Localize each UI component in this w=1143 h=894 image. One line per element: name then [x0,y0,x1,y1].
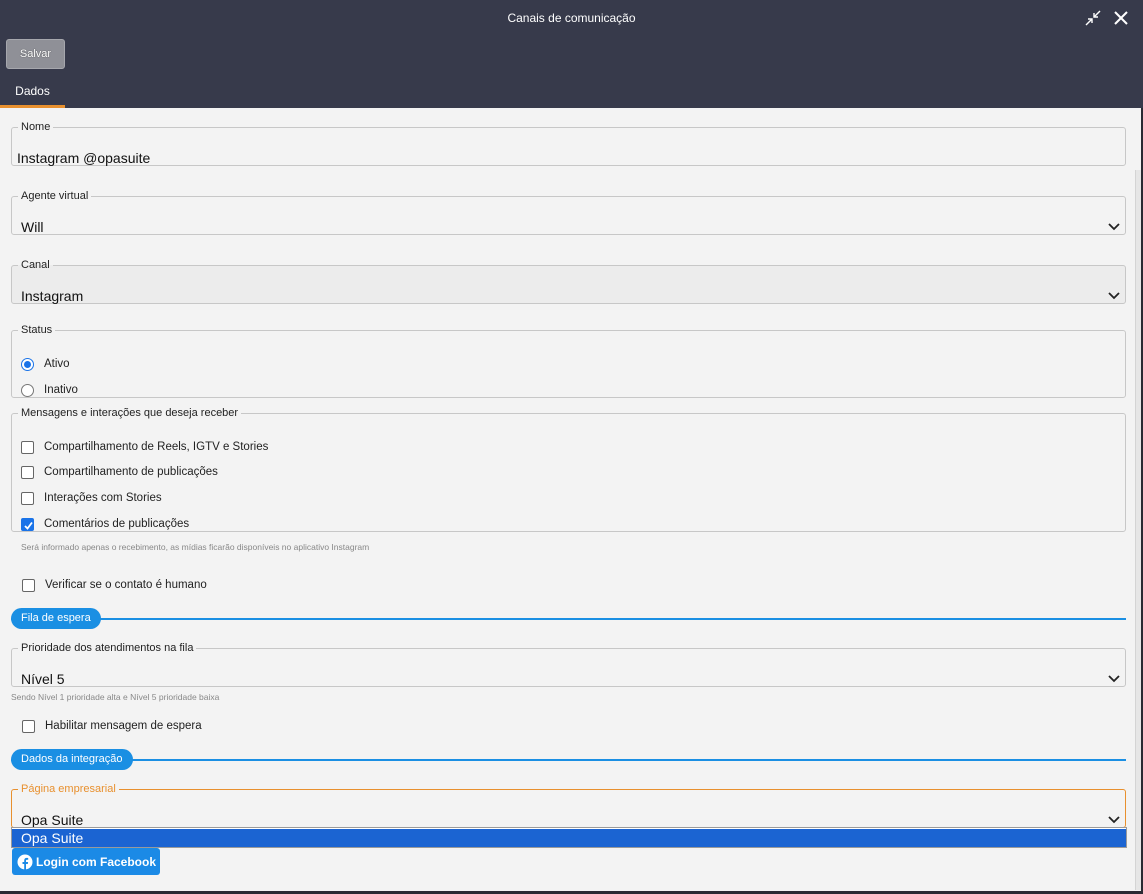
mensagens-hint: Será informado apenas o recebimento, as … [21,542,370,552]
checkbox-stories[interactable] [21,491,34,505]
mensagens-option[interactable]: Compartilhamento de Reels, IGTV e Storie… [21,438,268,456]
mensagens-option[interactable]: Interações com Stories [21,489,162,507]
section-dados-integracao: Dados da integração [11,749,133,770]
status-option-label: Ativo [44,358,70,370]
tab-dados[interactable]: Dados [0,78,65,108]
mensagens-option-label: Interações com Stories [44,492,162,504]
checkbox-reels[interactable] [21,440,34,454]
status-group: Status Ativo Inativo [11,324,1126,398]
radio-inativo[interactable] [21,383,34,397]
mensagens-option-label: Comentários de publicações [44,518,190,530]
facebook-login-label: Login com Facebook [36,854,157,869]
chevron-down-icon [1108,292,1120,300]
canal-label: Canal [21,259,50,271]
dialog-window: Canais de comunicação Salvar Dados Nome … [0,0,1143,894]
chevron-down-icon [1108,816,1120,824]
checkbox-mensagem-espera[interactable] [22,719,35,733]
verificar-humano-option[interactable]: Verificar se o contato é humano [22,576,207,594]
nome-field[interactable]: Nome Instagram @opasuite [11,121,1126,166]
check-icon [24,521,33,530]
section-divider [11,759,1126,761]
dropdown-option[interactable]: Opa Suite [12,829,1126,847]
facebook-icon [17,854,33,870]
chevron-down-icon [1108,675,1120,683]
mensagens-option-label: Compartilhamento de Reels, IGTV e Storie… [44,441,269,453]
prioridade-select[interactable]: Prioridade dos atendimentos na fila Níve… [11,642,1126,687]
checkbox-comentarios[interactable] [21,517,34,531]
facebook-login-button[interactable]: Login com Facebook [12,848,160,875]
pagina-label: Página empresarial [21,783,116,795]
mensagens-label: Mensagens e interações que deseja recebe… [21,407,239,419]
dialog-title: Canais de comunicação [507,11,636,25]
status-option-label: Inativo [44,384,78,396]
pagina-value: Opa Suite [21,812,84,828]
agente-select[interactable]: Agente virtual Will [11,190,1126,235]
save-button[interactable]: Salvar [6,39,65,69]
checkbox-verificar-humano[interactable] [22,578,35,592]
mensagens-option-label: Compartilhamento de publicações [44,466,218,478]
mensagem-espera-label: Habilitar mensagem de espera [45,720,202,732]
status-option-ativo[interactable]: Ativo [21,355,70,373]
verificar-humano-label: Verificar se o contato é humano [45,579,207,591]
nome-value[interactable]: Instagram @opasuite [17,150,150,166]
close-icon[interactable] [1112,9,1130,27]
mensagens-option[interactable]: Compartilhamento de publicações [21,463,218,481]
agente-label: Agente virtual [21,190,89,202]
mensagem-espera-option[interactable]: Habilitar mensagem de espera [22,717,202,735]
section-fila-espera: Fila de espera [11,608,101,629]
nome-label: Nome [21,121,51,133]
chevron-down-icon [1108,223,1120,231]
prioridade-value: Nível 5 [21,671,65,687]
pagina-select[interactable]: Página empresarial Opa Suite [11,783,1126,828]
agente-value: Will [21,219,44,235]
minimize-icon[interactable] [1084,9,1102,27]
dialog-header: Canais de comunicação Salvar Dados [0,0,1143,108]
status-label: Status [21,324,53,336]
mensagens-group: Mensagens e interações que deseja recebe… [11,407,1126,532]
section-divider [11,618,1126,620]
prioridade-label: Prioridade dos atendimentos na fila [21,642,194,654]
radio-ativo[interactable] [21,357,34,371]
status-option-inativo[interactable]: Inativo [21,381,78,399]
canal-select[interactable]: Canal Instagram [11,259,1126,304]
prioridade-hint: Sendo Nível 1 prioridade alta e Nível 5 … [11,692,220,702]
checkbox-publicacoes[interactable] [21,465,34,479]
mensagens-option[interactable]: Comentários de publicações [21,515,189,533]
canal-value: Instagram [21,288,84,304]
